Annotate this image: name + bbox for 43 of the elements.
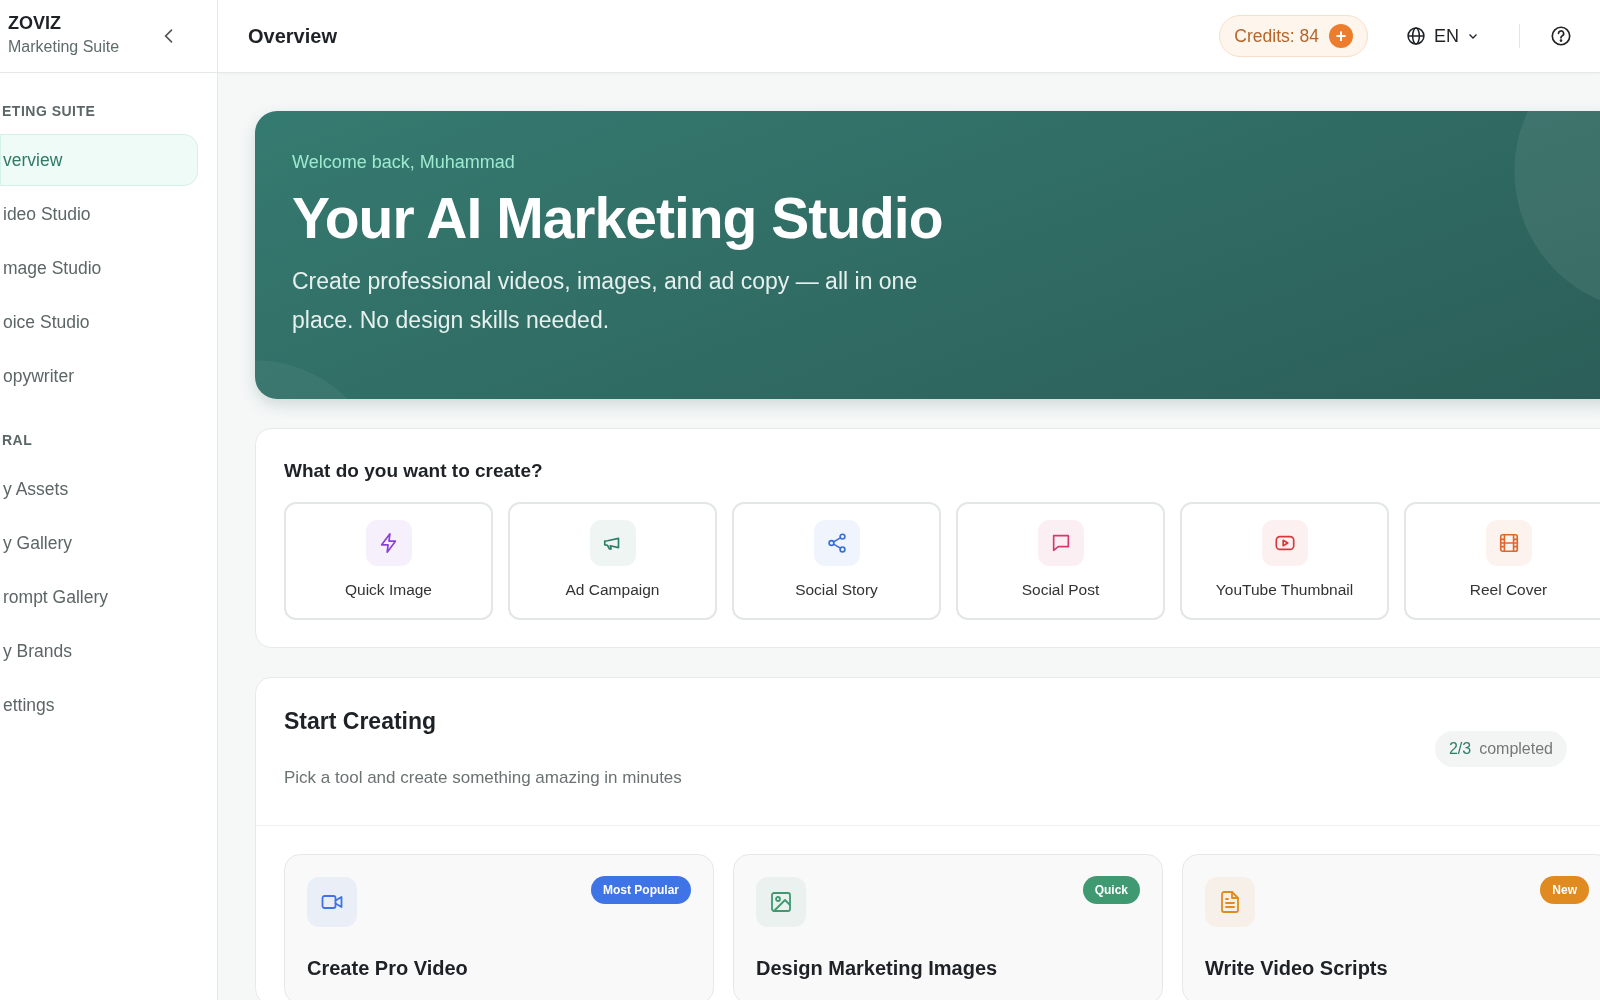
tool-card[interactable]: Quick Design Marketing Images (733, 853, 1163, 1000)
welcome-text: Welcome back, Muhammad (292, 151, 516, 174)
document-icon (1218, 889, 1242, 914)
globe-icon (1406, 26, 1426, 46)
help-button[interactable] (1550, 25, 1572, 47)
credits-label: Credits: 84 (1234, 24, 1319, 48)
create-option[interactable]: Quick Image (284, 501, 493, 620)
nav-item[interactable]: ettings (0, 679, 198, 731)
hero-description: Create professional videos, images, and ad copy — all in one place. No design skills needed. (292, 267, 919, 336)
section-title: Start Creating (284, 707, 438, 736)
section-heading: RAL (1, 431, 34, 450)
create-option[interactable]: Social Story (732, 501, 941, 620)
nav-item[interactable]: y Gallery (0, 517, 198, 569)
nav-item[interactable]: verview (0, 134, 198, 186)
section-subtitle: Pick a tool and create something amazing in minutes (284, 767, 682, 790)
create-option[interactable]: Reel Cover (1404, 501, 1600, 620)
nav-item[interactable]: oice Studio (0, 296, 198, 348)
tool-badge: Most Popular (591, 875, 691, 904)
language-selector[interactable]: EN (1400, 21, 1485, 51)
nav-item[interactable]: mage Studio (0, 242, 198, 294)
tool-title: Design Marketing Images (756, 955, 999, 981)
brand-subtitle: Marketing Suite (8, 36, 120, 57)
progress-pill: 2/3 completed (1434, 731, 1567, 768)
create-option[interactable]: Ad Campaign (508, 501, 717, 620)
tool-title: Write Video Scripts (1205, 955, 1389, 981)
tool-title: Create Pro Video (307, 955, 469, 981)
page-title: Overview (248, 24, 337, 48)
tool-badge: New (1540, 875, 1589, 904)
nav-item[interactable]: opywriter (0, 350, 198, 402)
create-option[interactable]: Social Post (956, 501, 1165, 620)
nav-item[interactable]: ideo Studio (0, 188, 198, 240)
section-heading: ETING SUITE (1, 102, 97, 121)
nav-item[interactable]: y Brands (0, 625, 198, 677)
nav-item[interactable]: y Assets (0, 463, 198, 515)
tool-badge: Quick (1082, 875, 1140, 904)
hero-title: Your AI Marketing Studio (292, 185, 944, 252)
nav-item[interactable]: rompt Gallery (0, 571, 198, 623)
image-icon (769, 889, 793, 914)
section-title: What do you want to create? (284, 459, 544, 483)
create-option[interactable]: YouTube Thumbnail (1180, 501, 1389, 620)
brand-name: ZOVIZ (8, 13, 62, 35)
tool-card[interactable]: New Write Video Scripts (1182, 853, 1600, 1000)
tool-card[interactable]: Most Popular Create Pro Video (284, 853, 714, 1000)
